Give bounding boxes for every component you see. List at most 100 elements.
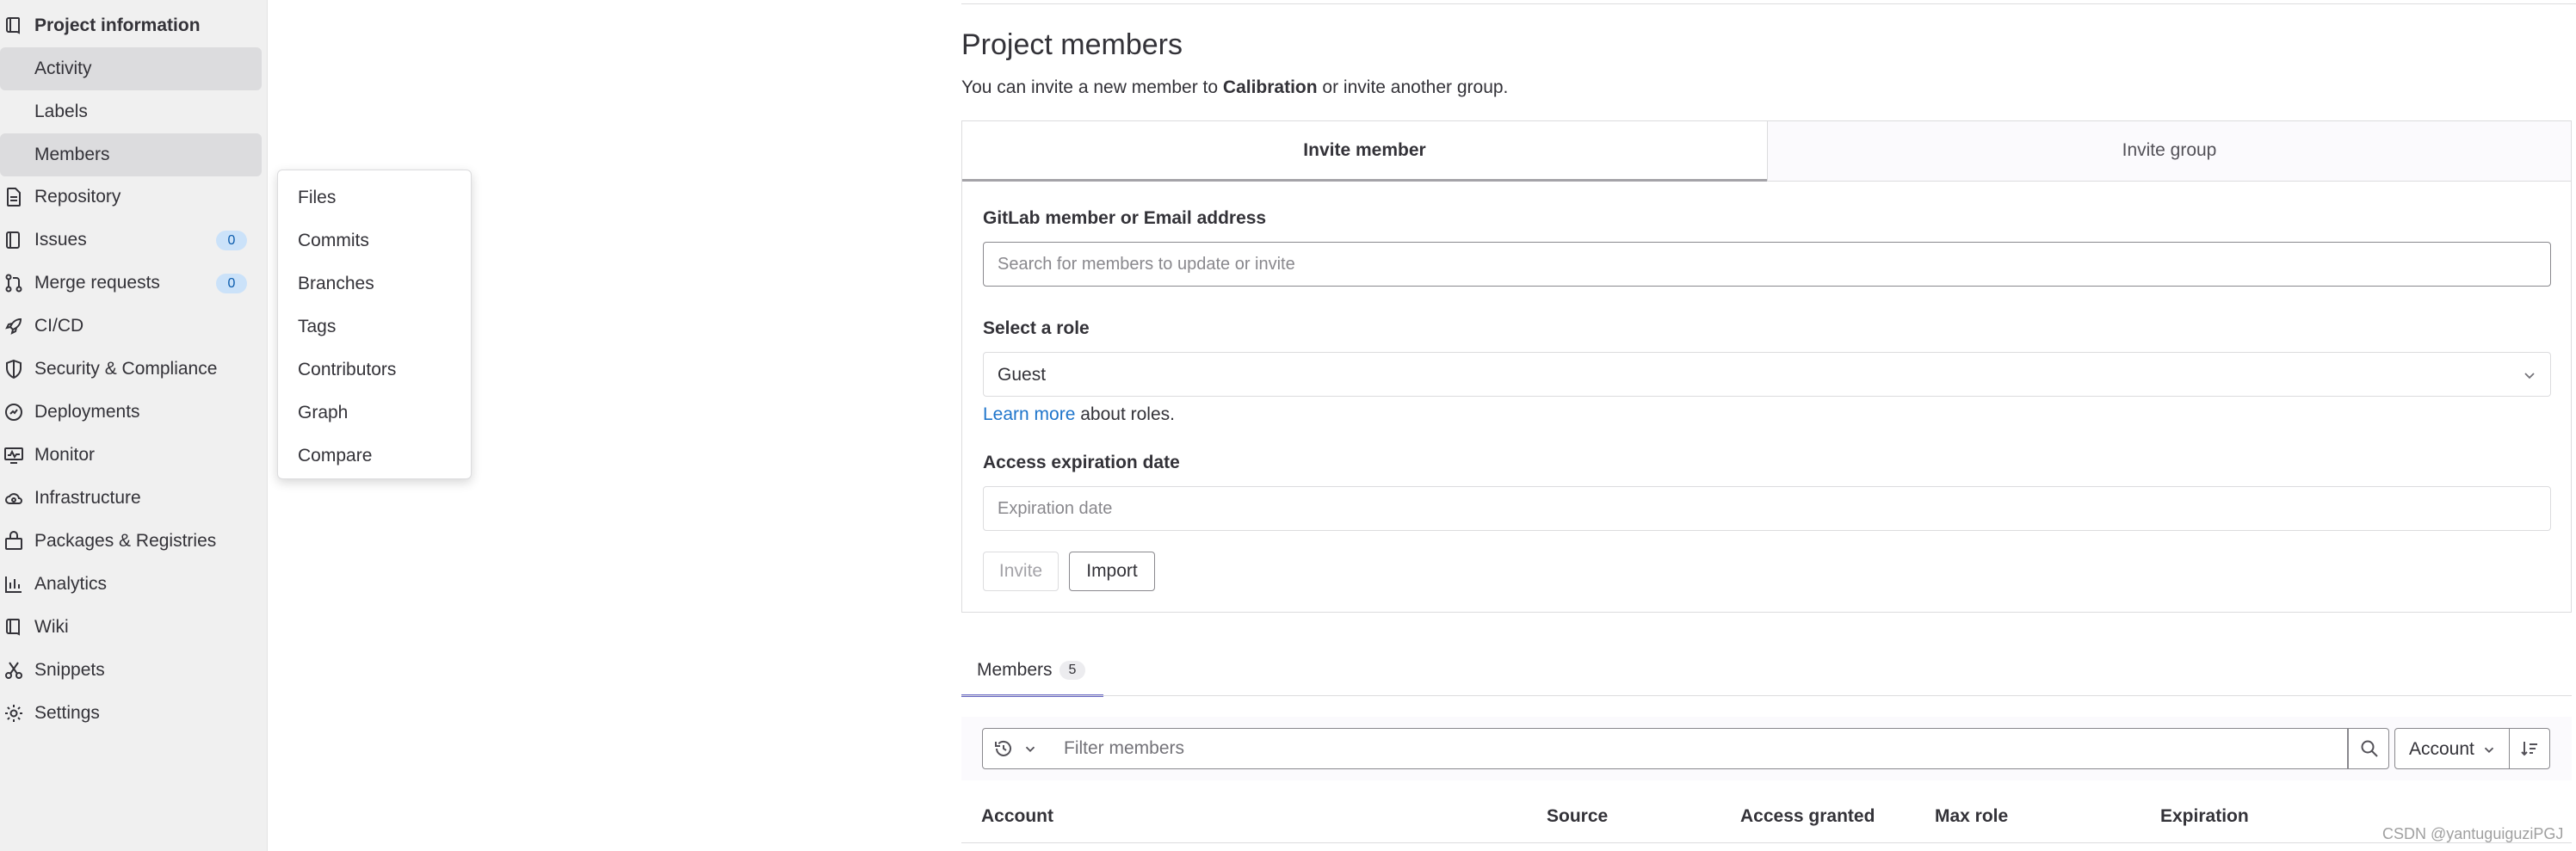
issues-icon	[3, 230, 24, 250]
search-button[interactable]	[2348, 728, 2389, 769]
sidebar-subitem-label: Activity	[34, 59, 92, 78]
sidebar-item-issues[interactable]: Issues 0	[0, 219, 262, 261]
sidebar-item-monitor[interactable]: Monitor	[0, 435, 262, 476]
rocket-icon	[3, 316, 24, 336]
tab-invite-member[interactable]: Invite member	[962, 121, 1767, 182]
role-select[interactable]: Guest	[983, 352, 2551, 397]
history-icon	[993, 738, 1014, 759]
roles-help-suffix: about roles.	[1075, 404, 1175, 424]
flyout-item-commits[interactable]: Commits	[298, 231, 369, 251]
tab-invite-group[interactable]: Invite group	[1767, 121, 2571, 182]
role-select-value: Guest	[998, 365, 1047, 385]
sidebar-subitem-members[interactable]: Members	[0, 133, 262, 176]
sidebar-subitem-labels[interactable]: Labels	[0, 90, 262, 133]
sidebar-item-label: Project information	[34, 15, 201, 35]
sort-direction-button[interactable]	[2509, 728, 2550, 769]
sidebar-item-packages-registries[interactable]: Packages & Registries	[0, 521, 262, 562]
sidebar-item-label: Security & Compliance	[34, 359, 218, 379]
package-icon	[3, 531, 24, 552]
sidebar-item-label: Monitor	[34, 445, 96, 465]
chart-icon	[3, 574, 24, 595]
role-field-label: Select a role	[983, 318, 1090, 338]
table-header-divider	[961, 842, 2572, 843]
member-search-input[interactable]	[983, 242, 2551, 287]
cloud-gear-icon	[3, 488, 24, 509]
sidebar-item-label: CI/CD	[34, 316, 84, 336]
subtitle-prefix: You can invite a new member to	[961, 77, 1223, 97]
sidebar-item-label: Issues	[34, 230, 87, 250]
recent-searches-button[interactable]	[982, 728, 1049, 769]
sidebar-item-label: Snippets	[34, 660, 105, 680]
column-header-access-granted: Access granted	[1740, 806, 1875, 826]
sidebar-item-label: Analytics	[34, 574, 108, 594]
sidebar-item-label: Infrastructure	[34, 488, 141, 508]
search-icon	[2359, 738, 2380, 759]
expiration-date-input[interactable]	[983, 486, 2551, 531]
sidebar-item-analytics[interactable]: Analytics	[0, 564, 262, 605]
column-header-source: Source	[1547, 806, 1609, 826]
sidebar: Project information Activity Labels Memb…	[0, 0, 268, 851]
deployments-icon	[3, 402, 24, 422]
gear-icon	[3, 703, 24, 724]
import-button[interactable]: Import	[1069, 552, 1155, 591]
tabs-divider	[961, 695, 2572, 696]
members-tab-label: Members	[977, 660, 1053, 680]
sidebar-item-deployments[interactable]: Deployments	[0, 392, 262, 433]
sidebar-subitem-label: Members	[34, 145, 110, 164]
member-field-label: GitLab member or Email address	[983, 208, 1267, 228]
issues-count-badge: 0	[216, 231, 247, 250]
invite-panel: Invite member Invite group GitLab member…	[961, 120, 2572, 613]
sort-ascending-icon	[2519, 738, 2540, 759]
chevron-down-icon	[1022, 741, 1038, 756]
monitor-icon	[3, 445, 24, 466]
sidebar-item-wiki[interactable]: Wiki	[0, 607, 262, 648]
sidebar-item-ci-cd[interactable]: CI/CD	[0, 305, 262, 347]
flyout-item-files[interactable]: Files	[298, 188, 336, 208]
chevron-down-icon	[2521, 367, 2538, 384]
project-name: Calibration	[1222, 77, 1318, 97]
scissors-icon	[3, 660, 24, 681]
subtitle-suffix: or invite another group.	[1317, 77, 1509, 97]
sidebar-item-security-compliance[interactable]: Security & Compliance	[0, 348, 262, 390]
top-divider	[961, 3, 2576, 4]
sidebar-item-repository[interactable]: Repository	[0, 176, 262, 218]
chevron-down-icon	[2481, 742, 2497, 757]
sidebar-subitem-label: Labels	[34, 102, 88, 121]
merge-requests-count-badge: 0	[216, 274, 247, 293]
book-icon	[3, 15, 24, 36]
sidebar-item-label: Settings	[34, 703, 100, 723]
invite-button[interactable]: Invite	[983, 552, 1059, 591]
members-count-badge: 5	[1059, 661, 1085, 680]
sidebar-item-project-information[interactable]: Project information	[0, 5, 262, 46]
sidebar-item-label: Repository	[34, 187, 121, 207]
tab-members[interactable]: Members 5	[961, 645, 1103, 697]
sort-by-dropdown[interactable]: Account	[2394, 728, 2510, 769]
document-icon	[3, 187, 24, 207]
page-subtitle: You can invite a new member to Calibrati…	[961, 77, 1508, 99]
members-filter-bar: Account	[961, 717, 2572, 780]
filter-members-input[interactable]	[1048, 728, 2348, 769]
repository-flyout-menu: Files Commits Branches Tags Contributors…	[277, 170, 472, 479]
flyout-item-compare[interactable]: Compare	[298, 446, 372, 466]
sidebar-item-label: Deployments	[34, 402, 140, 422]
flyout-item-tags[interactable]: Tags	[298, 317, 336, 337]
column-header-account: Account	[981, 806, 1053, 826]
column-header-expiration: Expiration	[2160, 806, 2249, 826]
expiration-field-label: Access expiration date	[983, 453, 1180, 472]
learn-more-link[interactable]: Learn more	[983, 404, 1075, 424]
flyout-item-branches[interactable]: Branches	[298, 274, 374, 294]
flyout-item-graph[interactable]: Graph	[298, 403, 348, 423]
watermark: CSDN @yantuguiguziPGJ	[2382, 825, 2564, 842]
sidebar-subitem-activity[interactable]: Activity	[0, 47, 262, 90]
flyout-item-contributors[interactable]: Contributors	[298, 360, 396, 380]
sidebar-item-settings[interactable]: Settings	[0, 693, 262, 734]
sidebar-item-label: Merge requests	[34, 273, 160, 293]
book-icon	[3, 617, 24, 638]
page-title: Project members	[961, 28, 1183, 61]
sort-by-label: Account	[2409, 739, 2474, 759]
shield-icon	[3, 359, 24, 379]
column-header-max-role: Max role	[1935, 806, 2009, 826]
sidebar-item-infrastructure[interactable]: Infrastructure	[0, 478, 262, 519]
sidebar-item-snippets[interactable]: Snippets	[0, 650, 262, 691]
sidebar-item-merge-requests[interactable]: Merge requests 0	[0, 262, 262, 304]
